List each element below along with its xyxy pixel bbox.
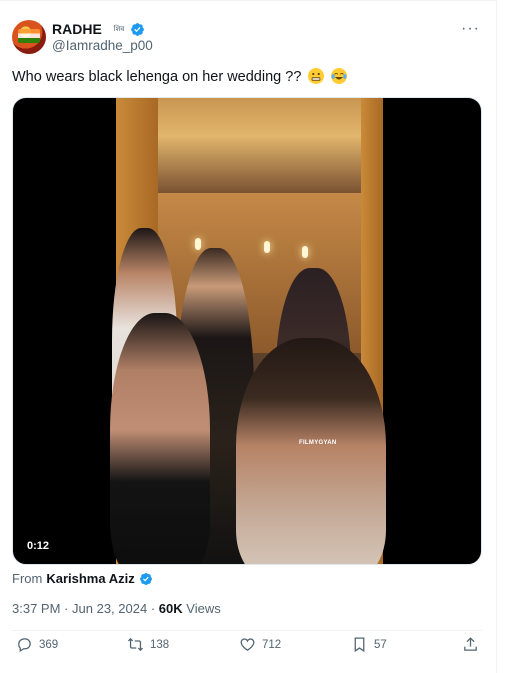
more-options-icon[interactable]: ··· [461,20,480,38]
repost-icon [127,637,144,652]
video-wall-light [195,238,201,250]
share-icon [464,637,477,651]
video-wall-light [264,241,270,253]
reply-button[interactable]: 369 [16,636,58,653]
share-button[interactable] [462,636,479,653]
tweet-time[interactable]: 3:37 PM [12,601,60,616]
bookmark-icon [354,637,365,653]
avatar[interactable] [12,20,46,54]
tweet-date[interactable]: Jun 23, 2024 [72,601,147,616]
avatar-flag [18,29,40,43]
views-count: 60K [158,601,183,616]
video-watermark: FILMYGYAN [299,440,337,446]
video-frame: FILMYGYAN [110,98,386,564]
video-wall-light [302,246,308,258]
video-person-front-right [236,338,386,564]
tweet-text: Who wears black lehenga on her wedding ?… [12,67,348,87]
video-attribution: From Karishma Aziz [12,571,153,586]
video-player[interactable]: FILMYGYAN 0:12 [12,97,482,565]
reply-count: 369 [39,638,59,651]
bookmark-count: 57 [374,638,387,651]
tears-of-joy-emoji-icon [331,68,348,84]
like-count: 712 [262,638,282,651]
meta-separator: · [64,601,69,616]
grimacing-face-emoji-icon [308,68,325,84]
tweet-card: RADHE शिव @Iamradhe_p00 ··· Who wears bl… [0,0,497,673]
heart-icon [240,638,255,651]
action-bar: 369 138 712 57 [0,636,497,664]
verified-badge-icon [131,22,145,36]
reply-icon [18,638,31,653]
video-person-front-left [110,313,210,564]
verified-badge-icon [139,572,152,585]
tweet-body: Who wears black lehenga on her wedding ?… [12,69,302,85]
tweet-meta: 3:37 PM · Jun 23, 2024 · 60K Views [12,601,221,616]
author-name-row: RADHE शिव [52,21,145,37]
video-duration: 0:12 [27,540,50,552]
repost-count: 138 [150,638,170,651]
like-button[interactable]: 712 [239,636,281,653]
display-name[interactable]: RADHE [52,21,102,37]
bookmark-button[interactable]: 57 [351,636,387,653]
actions-divider [12,630,482,631]
attribution-prefix: From [12,571,43,586]
attribution-name[interactable]: Karishma Aziz [46,571,134,586]
top-divider [0,0,497,1]
user-handle[interactable]: @Iamradhe_p00 [52,38,153,53]
meta-separator: · [150,601,156,616]
repost-button[interactable]: 138 [127,636,169,653]
views-label: Views [186,601,221,616]
profile-label-badge: शिव [113,25,125,33]
